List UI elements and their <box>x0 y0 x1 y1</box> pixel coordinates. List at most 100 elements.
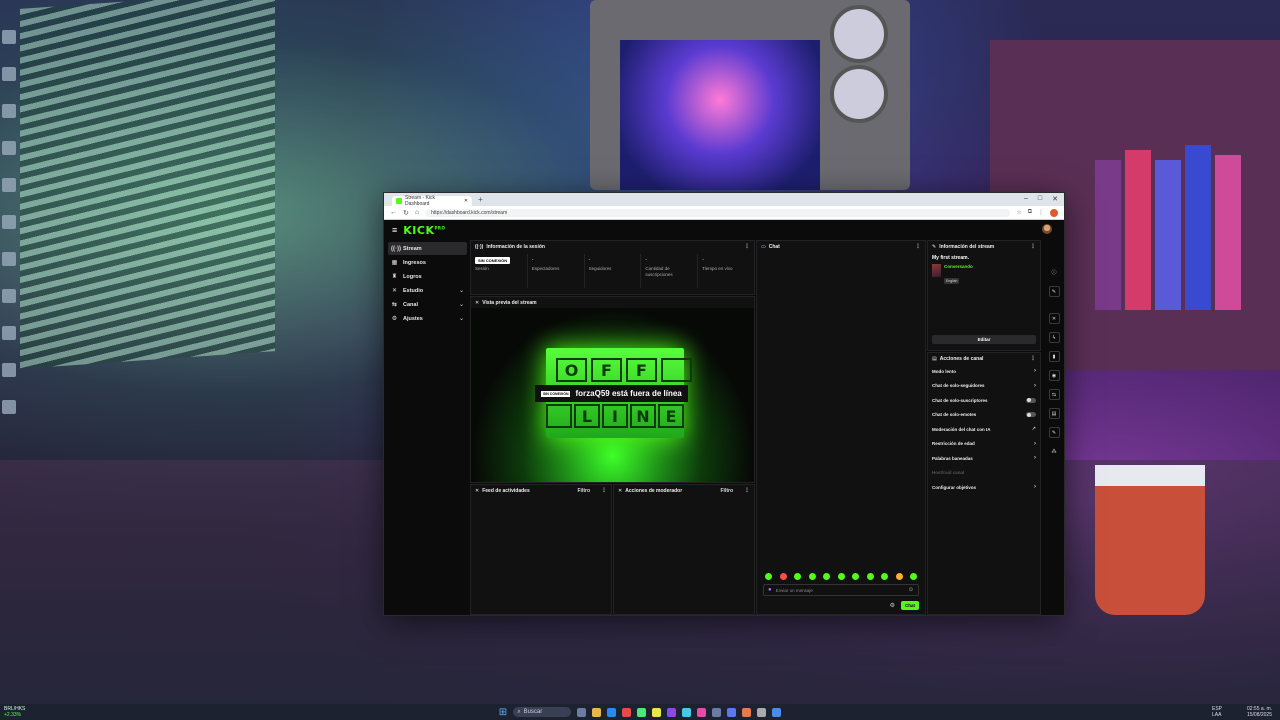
emote-icon[interactable] <box>765 573 772 580</box>
desktop-shortcut-icon[interactable] <box>2 215 16 229</box>
desktop-shortcut-icon[interactable] <box>2 178 16 192</box>
taskbar-app-icon[interactable] <box>622 707 632 717</box>
taskbar-app-icon[interactable] <box>712 707 722 717</box>
sidebar-item-estudio[interactable]: ✕ Estudio ⌄ <box>388 284 467 297</box>
chat-send-button[interactable]: Chat <box>901 601 919 610</box>
kick-logo[interactable]: KICKPRO <box>403 224 445 237</box>
profile-avatar-icon[interactable] <box>1050 208 1058 217</box>
chrome-icon[interactable] <box>652 707 662 717</box>
action-ai-moderation[interactable]: Moderación del chat con IA ↗ <box>928 422 1040 437</box>
filter-button[interactable]: Filtro <box>578 488 591 494</box>
browser-tab[interactable]: Stream - Kick Dashboard ✕ <box>392 195 472 207</box>
steam-icon[interactable] <box>772 707 782 717</box>
emote-icon[interactable] <box>837 573 845 580</box>
more-options-icon[interactable]: ⋮ <box>744 243 750 250</box>
taskbar-app-icon[interactable] <box>637 707 647 717</box>
windows-start-icon[interactable]: ⊞ <box>499 707 507 718</box>
emote-icon[interactable] <box>881 573 888 580</box>
taskbar-app-icon[interactable] <box>697 707 707 717</box>
category-name[interactable]: Conversando <box>944 264 973 269</box>
file-explorer-icon[interactable] <box>592 707 602 717</box>
emote-icon[interactable] <box>794 573 801 580</box>
new-tab-icon[interactable]: + <box>478 195 483 204</box>
subscribers-only-toggle[interactable] <box>1026 397 1036 403</box>
x-tool-icon[interactable]: ✕ <box>1048 313 1060 324</box>
stat-session: SIN CONEXIÓN Sesión <box>471 254 528 288</box>
edit-stream-info-button[interactable]: Editar <box>932 335 1036 344</box>
star-icon[interactable]: ☆ <box>1016 209 1021 217</box>
menu-dots-icon[interactable]: ⋮ <box>1038 209 1044 217</box>
user-avatar[interactable] <box>1042 224 1052 234</box>
info-icon[interactable]: ⓘ <box>1049 267 1060 278</box>
sidebar-item-logros[interactable]: ♜ Logros <box>388 270 467 283</box>
emote-icon[interactable] <box>895 573 903 580</box>
bolt-icon[interactable]: ϟ <box>1048 332 1060 343</box>
filter-button[interactable]: Filtro <box>721 488 734 494</box>
extensions-icon[interactable]: ⧉ <box>1028 209 1032 217</box>
maximize-icon[interactable]: □ <box>1038 195 1042 203</box>
stock-widget[interactable]: BRL/HKS +2.33% <box>4 706 25 718</box>
sidebar-item-stream[interactable]: ((·)) Stream <box>388 242 467 255</box>
emote-icon[interactable] <box>852 573 859 580</box>
more-options-icon[interactable]: ⋮ <box>744 487 750 494</box>
more-options-icon[interactable]: ⋮ <box>601 487 607 494</box>
emote-icon[interactable] <box>823 573 830 580</box>
taskbar-app-icon[interactable] <box>667 707 677 717</box>
emotes-only-toggle[interactable] <box>1026 412 1036 418</box>
home-icon[interactable]: ⌂ <box>415 209 419 216</box>
wrench-icon[interactable]: ✎ <box>1048 427 1060 438</box>
desktop-shortcut-icon[interactable] <box>2 252 16 266</box>
action-followers-only[interactable]: Chat de solo-seguidores › <box>928 379 1040 394</box>
taskbar-app-icon[interactable] <box>757 707 767 717</box>
chat-bubble-icon[interactable]: ◉ <box>1048 370 1060 381</box>
emote-icon[interactable] <box>779 573 787 580</box>
back-icon[interactable]: ← <box>390 209 397 216</box>
more-options-icon[interactable]: ⋮ <box>915 243 921 250</box>
more-options-icon[interactable]: ⋮ <box>1030 355 1036 362</box>
taskbar-app-icon[interactable] <box>742 707 752 717</box>
hamburger-menu-icon[interactable]: ≡ <box>392 225 397 235</box>
minimize-icon[interactable]: – <box>1024 195 1028 203</box>
action-banned-words[interactable]: Palabras baneadas › <box>928 451 1040 466</box>
taskbar-app-icon[interactable] <box>607 707 617 717</box>
desktop-shortcut-icon[interactable] <box>2 326 16 340</box>
desktop-shortcut-icon[interactable] <box>2 67 16 81</box>
emoji-picker-icon[interactable]: ☺ <box>908 587 914 593</box>
desktop-shortcut-icon[interactable] <box>2 400 16 414</box>
close-icon[interactable]: ✕ <box>475 300 479 306</box>
edit-icon[interactable]: ✎ <box>1048 286 1060 297</box>
sidebar-item-canal[interactable]: ⇆ Canal ⌄ <box>388 298 467 311</box>
more-options-icon[interactable]: ⋮ <box>1030 243 1036 250</box>
action-slow-mode[interactable]: Modo lento › <box>928 364 1040 379</box>
action-configure-goals[interactable]: Configurar objetivos › <box>928 480 1040 495</box>
emote-icon[interactable] <box>910 573 917 580</box>
trash-icon[interactable]: ▮ <box>1048 351 1060 362</box>
language-indicator[interactable]: ESP LAA <box>1212 706 1222 718</box>
sidebar-item-ajustes[interactable]: ⚙ Ajustes ⌄ <box>388 312 467 325</box>
desktop-shortcut-icon[interactable] <box>2 289 16 303</box>
channel-swap-icon[interactable]: ⇆ <box>1048 389 1060 400</box>
taskbar-search[interactable]: ⌕ Buscar <box>513 707 572 717</box>
stream-preview-video[interactable]: O F F L I N E SIN CONEXIÓN forzaQ59 está… <box>471 308 754 482</box>
layout-icon[interactable]: ▤ <box>1048 408 1060 419</box>
desktop-shortcut-icon[interactable] <box>2 363 16 377</box>
taskbar-app-icon[interactable] <box>727 707 737 717</box>
share-icon[interactable]: ⁂ <box>1049 446 1060 457</box>
tab-close-icon[interactable]: ✕ <box>464 198 468 204</box>
chat-settings-icon[interactable]: ⚙ <box>890 602 895 609</box>
taskbar-app-icon[interactable] <box>577 707 587 717</box>
emote-icon[interactable] <box>866 573 874 580</box>
desktop-shortcut-icon[interactable] <box>2 30 16 44</box>
action-age-restriction[interactable]: Restricción de edad › <box>928 437 1040 452</box>
panel-title: Chat <box>768 243 780 250</box>
clock[interactable]: 02:55 a. m. 15/08/2025 <box>1247 706 1272 718</box>
desktop-shortcut-icon[interactable] <box>2 141 16 155</box>
desktop-shortcut-icon[interactable] <box>2 104 16 118</box>
taskbar-app-icon[interactable] <box>682 707 692 717</box>
close-window-icon[interactable]: ✕ <box>1052 195 1058 203</box>
reload-icon[interactable]: ↻ <box>403 209 409 217</box>
emote-icon[interactable] <box>808 573 816 580</box>
chat-message-input[interactable]: ● Enviar un mensaje ☺ <box>763 584 919 596</box>
sidebar-item-ingresos[interactable]: ▦ Ingresos <box>388 256 467 269</box>
url-field[interactable]: https://dashboard.kick.com/stream <box>425 208 1011 217</box>
